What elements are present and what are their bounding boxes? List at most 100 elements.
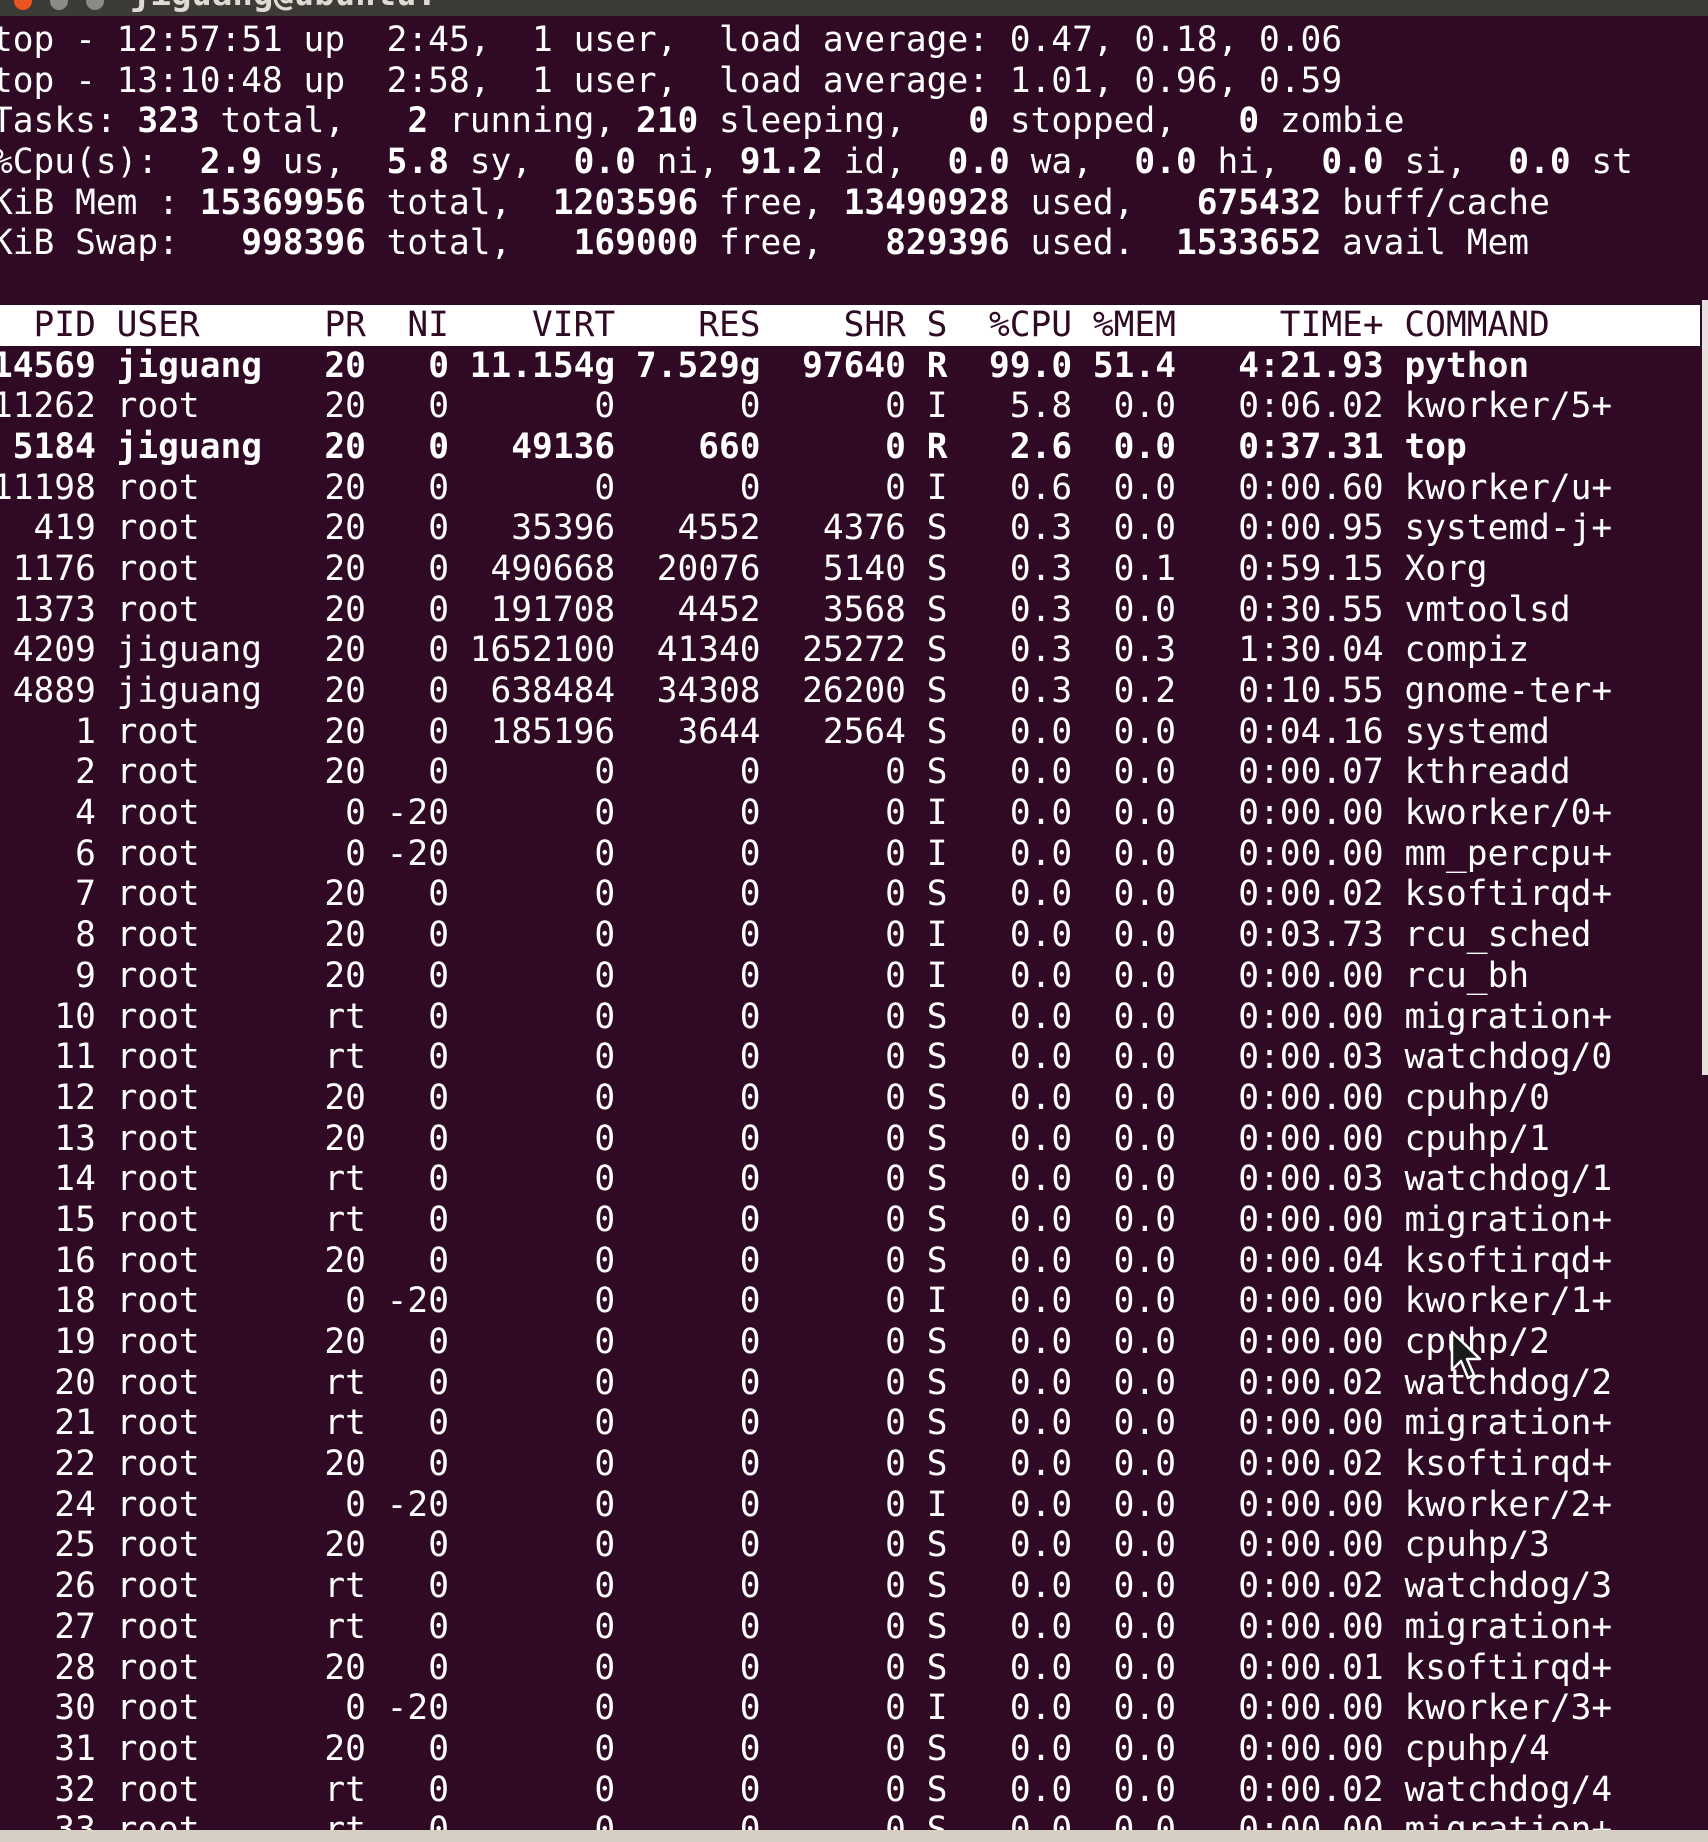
cell-user: root <box>116 1566 304 1607</box>
cell-time: 0:00.60 <box>1196 467 1405 508</box>
table-row[interactable]: 27 root rt 0 0 0 0 S 0.0 0.0 0:00.00 mig… <box>0 1607 1708 1648</box>
cell-pr: 20 <box>303 508 387 549</box>
table-row[interactable]: 13 root 20 0 0 0 0 S 0.0 0.0 0:00.00 cpu… <box>0 1119 1708 1160</box>
cell-res: 0 <box>635 1199 782 1240</box>
table-row[interactable]: 4209 jiguang 20 0 1652100 41340 25272 S … <box>0 630 1708 671</box>
table-row[interactable]: 419 root 20 0 35396 4552 4376 S 0.3 0.0 … <box>0 508 1708 549</box>
cell-user: root <box>116 1159 304 1200</box>
table-row[interactable]: 1373 root 20 0 191708 4452 3568 S 0.3 0.… <box>0 590 1708 631</box>
cell-ni: 0 <box>386 1525 470 1566</box>
window-title-bar[interactable]: jiguang@ubuntu: ~ <box>0 0 1708 16</box>
cell-pr: 0 <box>303 793 387 834</box>
cell-mem: 0.0 <box>1092 752 1197 793</box>
terminal-window[interactable]: jiguang@ubuntu: ~ top - 12:57:51 up 2:45… <box>0 0 1708 1842</box>
cell-virt: 185196 <box>469 711 636 752</box>
cell-res: 0 <box>635 793 782 834</box>
cell-virt: 0 <box>469 1566 636 1607</box>
uptime-line-2: top - 13:10:48 up 2:58, 1 user, load ave… <box>0 60 1343 101</box>
table-row[interactable]: 2 root 20 0 0 0 0 S 0.0 0.0 0:00.07 kthr… <box>0 752 1708 793</box>
cell-time: 0:00.02 <box>1196 1362 1405 1403</box>
table-row[interactable]: 12 root 20 0 0 0 0 S 0.0 0.0 0:00.00 cpu… <box>0 1078 1708 1119</box>
cell-cpu: 0.0 <box>968 1728 1093 1769</box>
cell-user: root <box>116 793 304 834</box>
cell-state: S <box>926 752 969 793</box>
table-row[interactable]: 8 root 20 0 0 0 0 I 0.0 0.0 0:03.73 rcu_… <box>0 915 1708 956</box>
table-row[interactable]: 1 root 20 0 185196 3644 2564 S 0.0 0.0 0… <box>0 712 1708 753</box>
cell-shr: 0 <box>781 833 927 874</box>
table-row[interactable]: 11198 root 20 0 0 0 0 I 0.6 0.0 0:00.60 … <box>0 468 1708 509</box>
process-table[interactable]: 14569 jiguang 20 0 11.154g 7.529g 97640 … <box>0 346 1708 1842</box>
cell-pid: 31 <box>0 1728 117 1769</box>
cell-shr: 0 <box>781 386 927 427</box>
minimize-window-icon[interactable] <box>50 0 68 10</box>
cell-user: root <box>116 1769 304 1810</box>
table-row[interactable]: 25 root 20 0 0 0 0 S 0.0 0.0 0:00.00 cpu… <box>0 1525 1708 1566</box>
cell-time: 0:00.00 <box>1196 1077 1405 1118</box>
cell-pid: 32 <box>0 1769 117 1810</box>
cell-virt: 0 <box>469 1118 636 1159</box>
cell-virt: 0 <box>469 793 636 834</box>
cell-time: 0:00.00 <box>1196 1403 1405 1444</box>
cell-res: 0 <box>635 1281 782 1322</box>
table-row[interactable]: 21 root rt 0 0 0 0 S 0.0 0.0 0:00.00 mig… <box>0 1403 1708 1444</box>
cell-ni: 0 <box>386 671 470 711</box>
cell-virt: 1652100 <box>469 630 636 671</box>
cell-ni: 0 <box>386 345 470 386</box>
cell-mem: 0.0 <box>1092 1240 1197 1281</box>
table-row[interactable]: 5184 jiguang 20 0 49136 660 0 R 2.6 0.0 … <box>0 427 1708 468</box>
cell-pid: 16 <box>0 1240 117 1281</box>
table-row[interactable]: 10 root rt 0 0 0 0 S 0.0 0.0 0:00.00 mig… <box>0 997 1708 1038</box>
cell-time: 0:00.00 <box>1196 1525 1405 1566</box>
cell-shr: 0 <box>781 1484 927 1525</box>
scrollbar[interactable] <box>1702 300 1708 1075</box>
table-row[interactable]: 4 root 0 -20 0 0 0 I 0.0 0.0 0:00.00 kwo… <box>0 793 1708 834</box>
table-row[interactable]: 4889 jiguang 20 0 638484 34308 26200 S 0… <box>0 671 1708 712</box>
window-title: jiguang@ubuntu: ~ <box>130 0 478 14</box>
cell-shr: 0 <box>781 426 927 467</box>
cell-user: root <box>116 508 304 549</box>
table-row[interactable]: 14569 jiguang 20 0 11.154g 7.529g 97640 … <box>0 346 1708 387</box>
close-window-icon[interactable] <box>14 0 32 10</box>
table-row[interactable]: 9 root 20 0 0 0 0 I 0.0 0.0 0:00.00 rcu_… <box>0 956 1708 997</box>
table-row[interactable]: 1176 root 20 0 490668 20076 5140 S 0.3 0… <box>0 549 1708 590</box>
table-row[interactable]: 11262 root 20 0 0 0 0 I 5.8 0.0 0:06.02 … <box>0 386 1708 427</box>
cell-pr: 20 <box>303 1525 387 1566</box>
table-row[interactable]: 16 root 20 0 0 0 0 S 0.0 0.0 0:00.04 kso… <box>0 1241 1708 1282</box>
table-row[interactable]: 28 root 20 0 0 0 0 S 0.0 0.0 0:00.01 kso… <box>0 1648 1708 1689</box>
cell-command: kworker/1+ <box>1404 1281 1613 1322</box>
cell-state: S <box>926 1118 969 1159</box>
cell-pr: 20 <box>303 1077 387 1118</box>
cell-ni: -20 <box>386 1688 470 1729</box>
table-row[interactable]: 11 root rt 0 0 0 0 S 0.0 0.0 0:00.03 wat… <box>0 1037 1708 1078</box>
cell-user: root <box>116 386 304 427</box>
table-row[interactable]: 30 root 0 -20 0 0 0 I 0.0 0.0 0:00.00 kw… <box>0 1688 1708 1729</box>
table-row[interactable]: 7 root 20 0 0 0 0 S 0.0 0.0 0:00.02 ksof… <box>0 874 1708 915</box>
cell-user: root <box>116 1037 304 1078</box>
cell-mem: 0.0 <box>1092 1484 1197 1525</box>
cell-mem: 0.0 <box>1092 1728 1197 1769</box>
cell-shr: 0 <box>781 1037 927 1078</box>
cell-shr: 0 <box>781 752 927 793</box>
table-row[interactable]: 18 root 0 -20 0 0 0 I 0.0 0.0 0:00.00 kw… <box>0 1281 1708 1322</box>
table-row[interactable]: 26 root rt 0 0 0 0 S 0.0 0.0 0:00.02 wat… <box>0 1566 1708 1607</box>
cell-res: 0 <box>635 874 782 915</box>
cell-pid: 7 <box>0 874 117 915</box>
cell-ni: 0 <box>386 1322 470 1362</box>
cell-ni: 0 <box>386 1647 470 1688</box>
table-row[interactable]: 31 root 20 0 0 0 0 S 0.0 0.0 0:00.00 cpu… <box>0 1729 1708 1770</box>
cell-command: cpuhp/0 <box>1404 1077 1550 1118</box>
table-row[interactable]: 14 root rt 0 0 0 0 S 0.0 0.0 0:00.03 wat… <box>0 1159 1708 1200</box>
cell-user: root <box>116 915 304 956</box>
table-row[interactable]: 15 root rt 0 0 0 0 S 0.0 0.0 0:00.00 mig… <box>0 1200 1708 1241</box>
table-row[interactable]: 22 root 20 0 0 0 0 S 0.0 0.0 0:00.02 kso… <box>0 1444 1708 1485</box>
table-row[interactable]: 32 root rt 0 0 0 0 S 0.0 0.0 0:00.02 wat… <box>0 1770 1708 1811</box>
table-row[interactable]: 24 root 0 -20 0 0 0 I 0.0 0.0 0:00.00 kw… <box>0 1485 1708 1526</box>
cell-command: top <box>1404 426 1467 467</box>
cell-res: 0 <box>635 1688 782 1729</box>
cell-virt: 0 <box>469 1484 636 1525</box>
cell-cpu: 0.0 <box>968 1077 1093 1118</box>
maximize-window-icon[interactable] <box>86 0 104 10</box>
table-row[interactable]: 6 root 0 -20 0 0 0 I 0.0 0.0 0:00.00 mm_… <box>0 834 1708 875</box>
cell-command: systemd <box>1404 711 1550 752</box>
cell-ni: 0 <box>386 1606 470 1647</box>
